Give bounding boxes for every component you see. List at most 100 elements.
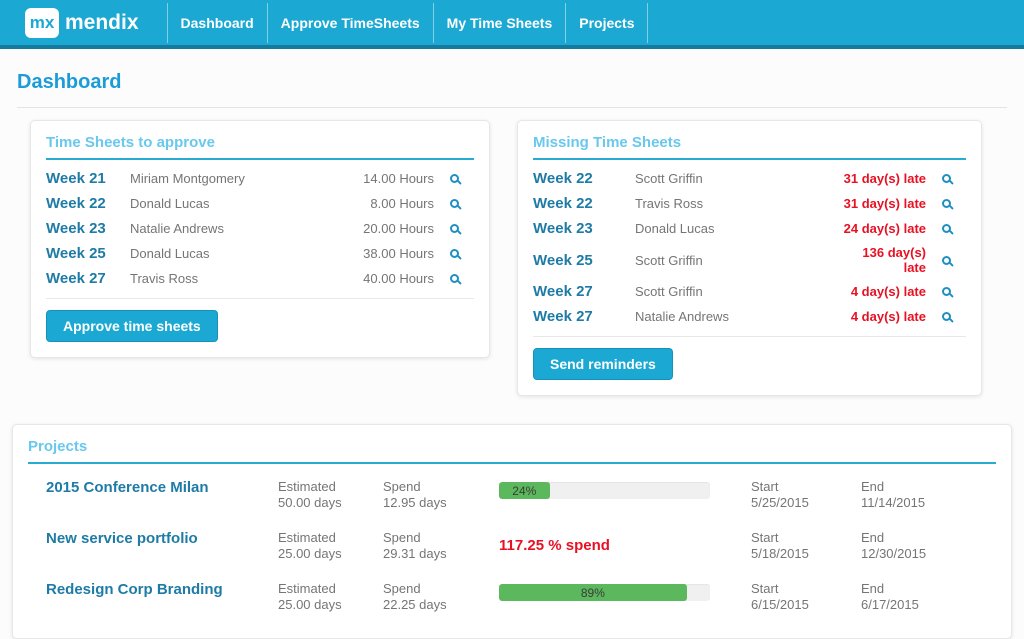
week-label: Week 25 [46,245,130,262]
search-icon[interactable] [926,256,966,265]
table-row: Week 23 Donald Lucas 24 day(s) late [533,216,966,241]
employee-name: Donald Lucas [130,196,349,211]
start-cell: Start 5/18/2015 [751,530,861,562]
overspend-warning: 117.25 % spend [499,537,710,554]
table-row: Week 21 Miriam Montgomery 14.00 Hours [46,166,474,191]
table-row: Week 25 Donald Lucas 38.00 Hours [46,241,474,266]
week-label: Week 25 [533,252,635,269]
search-icon[interactable] [434,274,474,283]
employee-name: Scott Griffin [635,284,821,299]
week-label: Week 22 [46,195,130,212]
table-row: Week 22 Donald Lucas 8.00 Hours [46,191,474,216]
start-value: 5/18/2015 [751,546,861,562]
spend-cell: Spend 12.95 days [383,479,499,511]
employee-name: Miriam Montgomery [130,171,349,186]
panel-footer: Send reminders [533,336,966,380]
progress-bar-fill: 24% [499,482,550,499]
project-name: New service portfolio [28,530,278,547]
week-label: Week 22 [533,170,635,187]
panel-title: Missing Time Sheets [533,134,966,160]
nav-item-my-time-sheets[interactable]: My Time Sheets [433,3,566,43]
week-label: Week 27 [46,270,130,287]
search-icon-glyph [942,224,951,233]
mendix-logo-text: mendix [65,11,139,35]
spend-cell: Spend 22.25 days [383,581,499,613]
table-row: Week 27 Natalie Andrews 4 day(s) late [533,304,966,329]
project-row: New service portfolio Estimated 25.00 da… [28,521,996,572]
start-cell: Start 6/15/2015 [751,581,861,613]
estimated-value: 50.00 days [278,495,383,511]
hours-value: 38.00 Hours [349,246,434,261]
end-cell: End 12/30/2015 [861,530,981,562]
search-icon[interactable] [926,287,966,296]
week-label: Week 21 [46,170,130,187]
spend-value: 29.31 days [383,546,499,562]
search-icon[interactable] [926,199,966,208]
spend-label: Spend [383,581,499,597]
spend-value: 12.95 days [383,495,499,511]
week-label: Week 23 [46,220,130,237]
main-nav: Dashboard Approve TimeSheets My Time She… [167,3,649,43]
start-value: 5/25/2015 [751,495,861,511]
hours-value: 20.00 Hours [349,221,434,236]
search-icon[interactable] [434,249,474,258]
search-icon[interactable] [926,312,966,321]
end-label: End [861,479,981,495]
spend-cell: Spend 29.31 days [383,530,499,562]
search-icon[interactable] [434,224,474,233]
progress-bar-fill: 89% [499,584,687,601]
search-icon-glyph [450,274,459,283]
start-value: 6/15/2015 [751,597,861,613]
top-navbar: mx mendix Dashboard Approve TimeSheets M… [0,0,1024,49]
week-label: Week 23 [533,220,635,237]
employee-name: Travis Ross [130,271,349,286]
days-late-value: 136 day(s) late [846,245,926,275]
nav-item-dashboard[interactable]: Dashboard [167,3,267,43]
send-reminders-button[interactable]: Send reminders [533,348,673,380]
search-icon[interactable] [434,174,474,183]
search-icon[interactable] [434,199,474,208]
days-late-value: 24 day(s) late [821,221,926,236]
mendix-logo-icon: mx [25,8,59,38]
start-label: Start [751,479,861,495]
search-icon-glyph [942,312,951,321]
nav-item-approve-timesheets[interactable]: Approve TimeSheets [267,3,433,43]
search-icon-glyph [942,256,951,265]
week-label: Week 27 [533,283,635,300]
hours-value: 14.00 Hours [349,171,434,186]
panel-footer: Approve time sheets [46,298,474,342]
days-late-value: 31 day(s) late [821,196,926,211]
search-icon[interactable] [926,174,966,183]
estimated-cell: Estimated 25.00 days [278,581,383,613]
hours-value: 8.00 Hours [349,196,434,211]
days-late-value: 4 day(s) late [821,309,926,324]
top-panels-row: Time Sheets to approve Week 21 Miriam Mo… [30,120,1024,396]
estimated-label: Estimated [278,479,383,495]
timesheets-to-approve-panel: Time Sheets to approve Week 21 Miriam Mo… [30,120,490,358]
estimated-label: Estimated [278,530,383,546]
table-row: Week 27 Scott Griffin 4 day(s) late [533,279,966,304]
nav-item-projects[interactable]: Projects [565,3,648,43]
table-row: Week 25 Scott Griffin 136 day(s) late [533,241,966,279]
start-label: Start [751,581,861,597]
page-title: Dashboard [17,71,1007,108]
overspend-cell: 117.25 % spend [499,530,710,554]
end-value: 12/30/2015 [861,546,981,562]
search-icon[interactable] [926,224,966,233]
estimated-cell: Estimated 25.00 days [278,530,383,562]
search-icon-glyph [450,224,459,233]
progress-cell: 89% [499,581,710,601]
start-cell: Start 5/25/2015 [751,479,861,511]
search-icon-glyph [942,199,951,208]
search-icon-glyph [450,174,459,183]
table-row: Week 23 Natalie Andrews 20.00 Hours [46,216,474,241]
search-icon-glyph [450,199,459,208]
estimated-value: 25.00 days [278,546,383,562]
approve-time-sheets-button[interactable]: Approve time sheets [46,310,218,342]
hours-value: 40.00 Hours [349,271,434,286]
employee-name: Natalie Andrews [635,309,821,324]
panel-title: Projects [28,438,996,464]
spend-label: Spend [383,530,499,546]
table-row: Week 27 Travis Ross 40.00 Hours [46,266,474,291]
project-name: 2015 Conference Milan [28,479,278,496]
